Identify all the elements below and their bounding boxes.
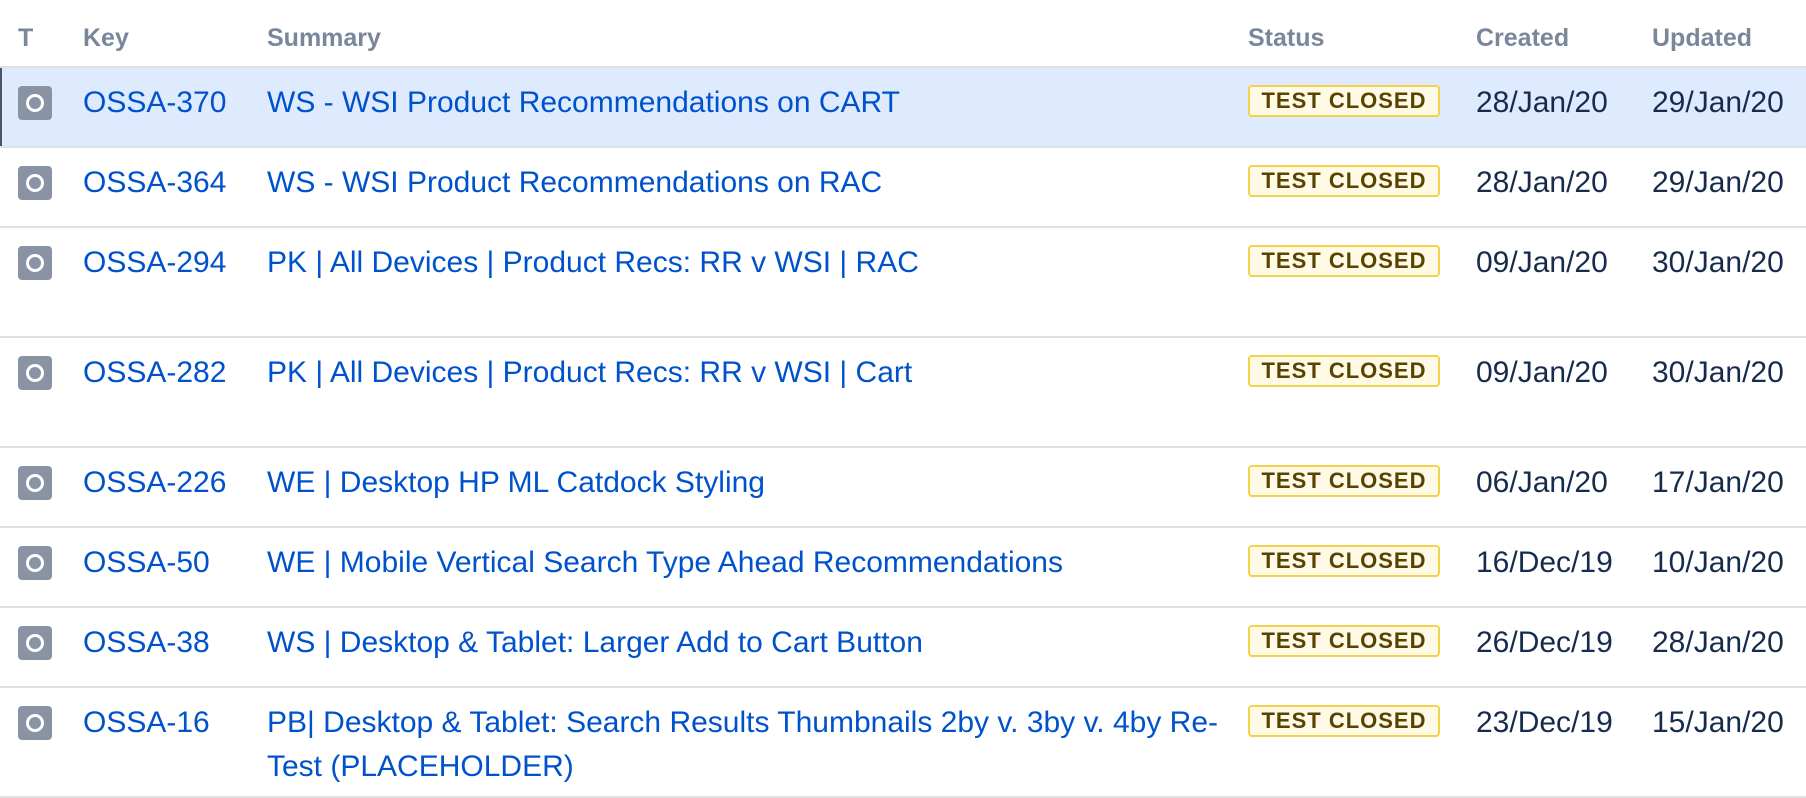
issue-key-link[interactable]: OSSA-50: [83, 541, 210, 585]
task-type-icon: [18, 546, 52, 580]
updated-date: 17/Jan/20: [1652, 466, 1784, 499]
status-badge: TEST CLOSED: [1248, 705, 1440, 737]
task-type-icon: [18, 626, 52, 660]
task-type-icon: [18, 466, 52, 500]
status-badge: TEST CLOSED: [1248, 465, 1440, 497]
updated-date: 29/Jan/20: [1652, 166, 1784, 199]
updated-date: 30/Jan/20: [1652, 356, 1784, 389]
issue-key-link[interactable]: OSSA-38: [83, 621, 210, 665]
table-row[interactable]: OSSA-50 WE | Mobile Vertical Search Type…: [0, 528, 1806, 608]
task-type-icon: [18, 246, 52, 280]
updated-date: 15/Jan/20: [1652, 706, 1784, 739]
column-header-summary[interactable]: Summary: [267, 24, 381, 53]
table-row[interactable]: OSSA-364 WS - WSI Product Recommendation…: [0, 148, 1806, 228]
task-type-icon: [18, 706, 52, 740]
column-header-status[interactable]: Status: [1248, 24, 1324, 53]
issue-summary-link[interactable]: WS | Desktop & Tablet: Larger Add to Car…: [267, 621, 1227, 665]
column-header-key[interactable]: Key: [83, 24, 129, 53]
table-row[interactable]: OSSA-16 PB| Desktop & Tablet: Search Res…: [0, 688, 1806, 798]
created-date: 09/Jan/20: [1476, 246, 1608, 279]
created-date: 26/Dec/19: [1476, 626, 1613, 659]
created-date: 06/Jan/20: [1476, 466, 1608, 499]
table-row[interactable]: OSSA-226 WE | Desktop HP ML Catdock Styl…: [0, 448, 1806, 528]
created-date: 23/Dec/19: [1476, 706, 1613, 739]
created-date: 28/Jan/20: [1476, 166, 1608, 199]
issue-summary-link[interactable]: WE | Desktop HP ML Catdock Styling: [267, 461, 1227, 505]
status-badge: TEST CLOSED: [1248, 165, 1440, 197]
issue-key-link[interactable]: OSSA-282: [83, 351, 226, 395]
issue-summary-link[interactable]: WS - WSI Product Recommendations on CART: [267, 81, 1227, 125]
issue-summary-link[interactable]: PK | All Devices | Product Recs: RR v WS…: [267, 351, 1227, 395]
issue-key-link[interactable]: OSSA-370: [83, 81, 226, 125]
created-date: 16/Dec/19: [1476, 546, 1613, 579]
issue-table: T Key Summary Status Created Updated OSS…: [0, 0, 1806, 798]
table-row[interactable]: OSSA-282 PK | All Devices | Product Recs…: [0, 338, 1806, 448]
updated-date: 10/Jan/20: [1652, 546, 1784, 579]
status-badge: TEST CLOSED: [1248, 85, 1440, 117]
column-header-created[interactable]: Created: [1476, 24, 1569, 53]
issue-key-link[interactable]: OSSA-294: [83, 241, 226, 285]
task-type-icon: [18, 166, 52, 200]
table-row[interactable]: OSSA-294 PK | All Devices | Product Recs…: [0, 228, 1806, 338]
updated-date: 29/Jan/20: [1652, 86, 1784, 119]
issue-summary-link[interactable]: PK | All Devices | Product Recs: RR v WS…: [267, 241, 1227, 285]
issue-summary-link[interactable]: WS - WSI Product Recommendations on RAC: [267, 161, 1227, 205]
issue-key-link[interactable]: OSSA-16: [83, 701, 210, 745]
table-row[interactable]: OSSA-38 WS | Desktop & Tablet: Larger Ad…: [0, 608, 1806, 688]
status-badge: TEST CLOSED: [1248, 355, 1440, 387]
task-type-icon: [18, 86, 52, 120]
issue-key-link[interactable]: OSSA-226: [83, 461, 226, 505]
column-header-type[interactable]: T: [18, 24, 33, 53]
table-header: T Key Summary Status Created Updated: [0, 0, 1806, 68]
column-header-updated[interactable]: Updated: [1652, 24, 1752, 53]
status-badge: TEST CLOSED: [1248, 245, 1440, 277]
updated-date: 28/Jan/20: [1652, 626, 1784, 659]
task-type-icon: [18, 356, 52, 390]
created-date: 28/Jan/20: [1476, 86, 1608, 119]
status-badge: TEST CLOSED: [1248, 625, 1440, 657]
updated-date: 30/Jan/20: [1652, 246, 1784, 279]
table-row[interactable]: OSSA-370 WS - WSI Product Recommendation…: [0, 68, 1806, 148]
issue-summary-link[interactable]: PB| Desktop & Tablet: Search Results Thu…: [267, 701, 1227, 789]
status-badge: TEST CLOSED: [1248, 545, 1440, 577]
issue-key-link[interactable]: OSSA-364: [83, 161, 226, 205]
issue-summary-link[interactable]: WE | Mobile Vertical Search Type Ahead R…: [267, 541, 1227, 585]
created-date: 09/Jan/20: [1476, 356, 1608, 389]
